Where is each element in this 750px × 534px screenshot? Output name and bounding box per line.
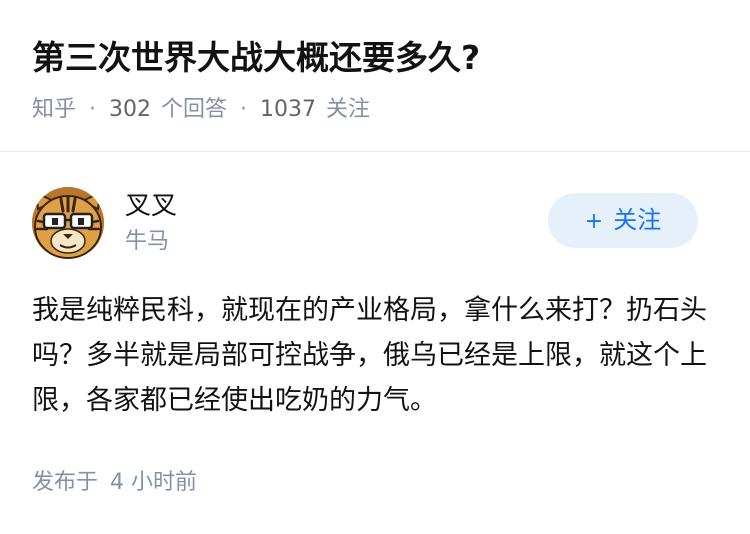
question-meta: 知乎 · 302 个回答 · 1037 关注 bbox=[32, 95, 370, 125]
header-divider bbox=[0, 151, 750, 152]
source-label[interactable]: 知乎 bbox=[32, 97, 76, 122]
answer-count: 302 bbox=[109, 97, 152, 122]
follow-button[interactable]: + 关注 bbox=[548, 193, 698, 248]
answer-count-label: 个回答 bbox=[161, 97, 228, 122]
answer-publish-time: 发布于 4 小时前 bbox=[32, 468, 197, 498]
meta-separator: · bbox=[240, 97, 248, 122]
meta-separator: · bbox=[89, 97, 97, 122]
author-avatar[interactable] bbox=[32, 187, 104, 259]
question-title[interactable]: 第三次世界大战大概还要多久? bbox=[32, 36, 480, 80]
author-bio: 牛马 bbox=[125, 229, 170, 254]
answer-content[interactable]: 我是纯粹民科，就现在的产业格局，拿什么来打？扔石头吗？多半就是局部可控战争，俄乌… bbox=[32, 288, 707, 423]
follow-button-label: 关注 bbox=[613, 206, 662, 234]
follower-count: 1037 bbox=[260, 97, 317, 122]
follower-count-label: 关注 bbox=[326, 97, 371, 122]
plus-icon: + bbox=[584, 209, 604, 234]
author-name[interactable]: 叉叉 bbox=[125, 189, 177, 223]
publish-label: 发布于 bbox=[32, 470, 99, 495]
author-info: 叉叉 牛马 + 关注 bbox=[32, 185, 698, 260]
tiger-avatar-icon bbox=[32, 187, 104, 259]
publish-time-value: 4 小时前 bbox=[110, 470, 198, 495]
